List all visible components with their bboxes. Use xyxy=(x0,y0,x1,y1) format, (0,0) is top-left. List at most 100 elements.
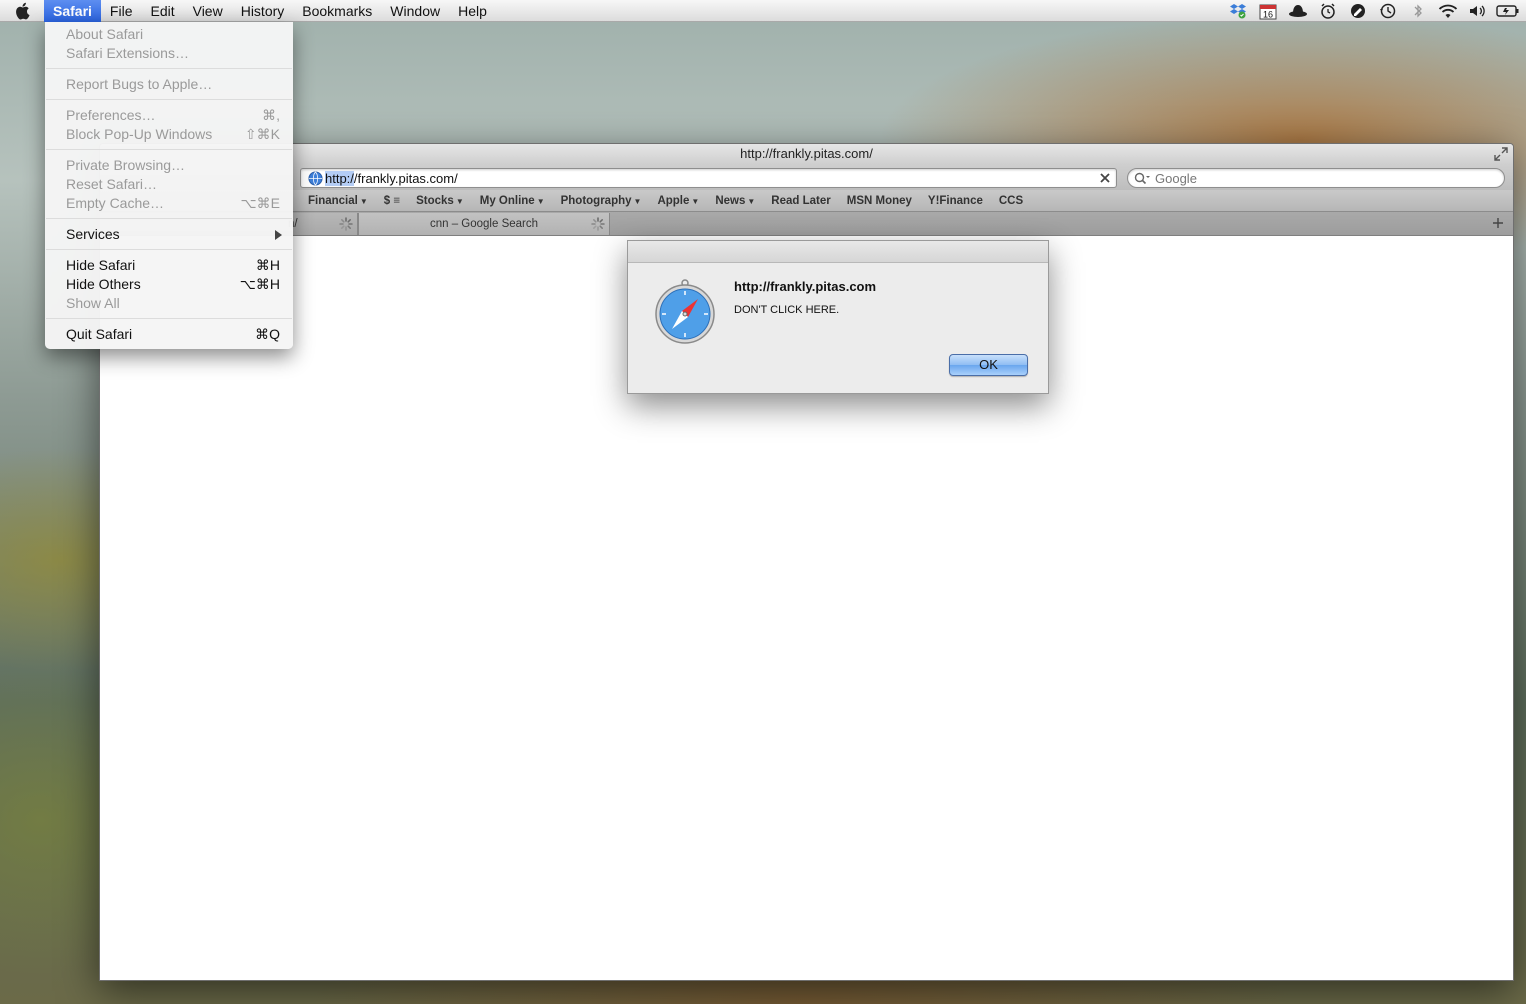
menu-item-label: About Safari xyxy=(66,26,144,42)
menu-item-label: Safari Extensions… xyxy=(66,45,189,61)
menu-item-block-pop-up-windows: Block Pop-Up Windows ⇧⌘K xyxy=(45,125,293,144)
calendar-icon[interactable]: 16 xyxy=(1256,0,1280,22)
menu-item-shortcut: ⌘Q xyxy=(255,326,280,342)
globe-icon xyxy=(308,171,323,186)
menu-file[interactable]: File xyxy=(101,0,142,22)
javascript-alert-dialog: http://frankly.pitas.com DON'T CLICK HER… xyxy=(627,240,1049,394)
time-machine-icon[interactable] xyxy=(1376,0,1400,22)
menu-item-label: Report Bugs to Apple… xyxy=(66,76,213,92)
bookmark-item[interactable]: My Online ▼ xyxy=(480,195,545,207)
menu-separator xyxy=(46,68,292,69)
window-titlebar[interactable]: http://frankly.pitas.com/ xyxy=(100,144,1513,164)
dropdown-caret-icon: ▼ xyxy=(536,197,545,206)
menu-item-shortcut: ⌥⌘H xyxy=(239,276,280,292)
bookmark-item[interactable]: News ▼ xyxy=(715,195,755,207)
bookmark-label: Photography xyxy=(560,195,632,207)
dropdown-caret-icon: ▼ xyxy=(691,197,700,206)
new-tab-icon[interactable] xyxy=(1491,216,1505,230)
dropdown-caret-icon: ▼ xyxy=(747,197,756,206)
bookmarks-bar: Financial ▼ $ ≡ Stocks ▼ My Online ▼ Photograph… xyxy=(100,190,1513,212)
dropdown-caret-icon: ▼ xyxy=(359,197,368,206)
menu-item-safari-extensions: Safari Extensions… xyxy=(45,44,293,63)
bookmark-item[interactable]: Financial ▼ xyxy=(308,195,368,207)
menu-edit[interactable]: Edit xyxy=(141,0,183,22)
dropdown-caret-icon: ▼ xyxy=(633,197,642,206)
fullscreen-icon[interactable] xyxy=(1493,146,1509,162)
menu-view[interactable]: View xyxy=(184,0,232,22)
menu-item-private-browsing: Private Browsing… xyxy=(45,156,293,175)
bluetooth-icon[interactable] xyxy=(1406,0,1430,22)
menu-safari[interactable]: Safari xyxy=(44,0,101,22)
menu-separator xyxy=(46,318,292,319)
address-rest-text: /frankly.pitas.com/ xyxy=(353,171,458,186)
apple-icon[interactable] xyxy=(0,0,44,22)
hat-icon[interactable] xyxy=(1286,0,1310,22)
ok-button[interactable]: OK xyxy=(949,354,1028,376)
dropbox-icon[interactable] xyxy=(1226,0,1250,22)
bookmark-item[interactable]: Apple ▼ xyxy=(657,195,699,207)
tab-cnn-google-search[interactable]: cnn – Google Search xyxy=(358,213,610,235)
menu-item-hide-others[interactable]: Hide Others ⌥⌘H xyxy=(45,275,293,294)
bookmark-item[interactable]: Y!Finance xyxy=(928,195,983,207)
menu-item-quit-safari[interactable]: Quit Safari ⌘Q xyxy=(45,325,293,344)
menu-item-label: Reset Safari… xyxy=(66,176,158,192)
menu-item-shortcut: ⌘, xyxy=(262,107,280,123)
bookmark-item[interactable]: $ ≡ xyxy=(384,195,400,207)
menu-window[interactable]: Window xyxy=(381,0,449,22)
dropdown-caret-icon: ▼ xyxy=(455,197,464,206)
address-field[interactable]: http://frankly.pitas.com/ xyxy=(300,168,1117,188)
alert-header xyxy=(628,241,1048,263)
volume-icon[interactable] xyxy=(1466,0,1490,22)
battery-icon[interactable] xyxy=(1496,0,1520,22)
safari-menu-dropdown: About Safari Safari Extensions… Report Bug… xyxy=(45,22,293,349)
menu-item-report-bugs-to-apple: Report Bugs to Apple… xyxy=(45,75,293,94)
menu-separator xyxy=(46,249,292,250)
menu-item-label: Show All xyxy=(66,295,120,311)
alert-message: DON'T CLICK HERE. xyxy=(734,304,840,316)
safari-compass-icon xyxy=(655,279,715,344)
menu-item-label: Services xyxy=(66,226,120,242)
calendar-day: 16 xyxy=(1263,9,1273,19)
menu-bookmarks[interactable]: Bookmarks xyxy=(293,0,381,22)
wifi-icon[interactable] xyxy=(1436,0,1460,22)
menu-item-label: Quit Safari xyxy=(66,326,133,342)
alarm-icon[interactable] xyxy=(1316,0,1340,22)
submenu-arrow-icon xyxy=(275,230,282,240)
bookmark-label: Stocks xyxy=(416,195,454,207)
bookmark-label: MSN Money xyxy=(846,195,912,207)
address-text[interactable]: http://frankly.pitas.com/ xyxy=(325,170,458,187)
menu-item-label: Block Pop-Up Windows xyxy=(66,126,213,142)
menu-item-shortcut: ⌘H xyxy=(255,257,280,273)
bookmark-item[interactable]: Stocks ▼ xyxy=(416,195,464,207)
bookmark-label: News xyxy=(715,195,746,207)
bookmark-label: $ ≡ xyxy=(383,195,401,207)
menu-item-label: Hide Others xyxy=(66,276,141,292)
bookmark-item[interactable]: Photography ▼ xyxy=(561,195,642,207)
menu-separator xyxy=(46,218,292,219)
bookmark-item[interactable]: CCS xyxy=(999,195,1023,207)
menu-help[interactable]: Help xyxy=(449,0,496,22)
menu-item-about-safari: About Safari xyxy=(45,25,293,44)
toolbar: http://frankly.pitas.com/ Google xyxy=(100,164,1513,190)
loading-spinner-icon xyxy=(591,217,605,231)
menu-item-preferences: Preferences… ⌘, xyxy=(45,106,293,125)
bookmark-label: My Online xyxy=(479,195,535,207)
search-input[interactable]: Google xyxy=(1127,168,1505,188)
menu-item-hide-safari[interactable]: Hide Safari ⌘H xyxy=(45,256,293,275)
clear-icon[interactable] xyxy=(1098,171,1112,185)
menu-item-label: Empty Cache… xyxy=(66,195,165,211)
bookmark-label: Read Later xyxy=(771,195,831,207)
menu-bar: Safari File Edit View History Bookmarks … xyxy=(0,0,1526,22)
tab-bar: n/ cnn – Google Search xyxy=(99,212,1513,236)
bookmark-item[interactable]: MSN Money xyxy=(847,195,912,207)
bookmark-item[interactable]: Read Later xyxy=(771,195,830,207)
menu-item-services[interactable]: Services xyxy=(45,225,293,244)
menu-item-label: Private Browsing… xyxy=(66,157,186,173)
pen-icon[interactable] xyxy=(1346,0,1370,22)
menu-item-shortcut: ⌥⌘E xyxy=(240,195,280,211)
menu-item-show-all: Show All xyxy=(45,294,293,313)
bookmarks-list: Financial ▼ $ ≡ Stocks ▼ My Online ▼ Photograph… xyxy=(308,190,1039,212)
menu-history[interactable]: History xyxy=(232,0,294,22)
address-selected-text: http:/ xyxy=(325,171,354,186)
loading-spinner-icon xyxy=(339,217,353,231)
